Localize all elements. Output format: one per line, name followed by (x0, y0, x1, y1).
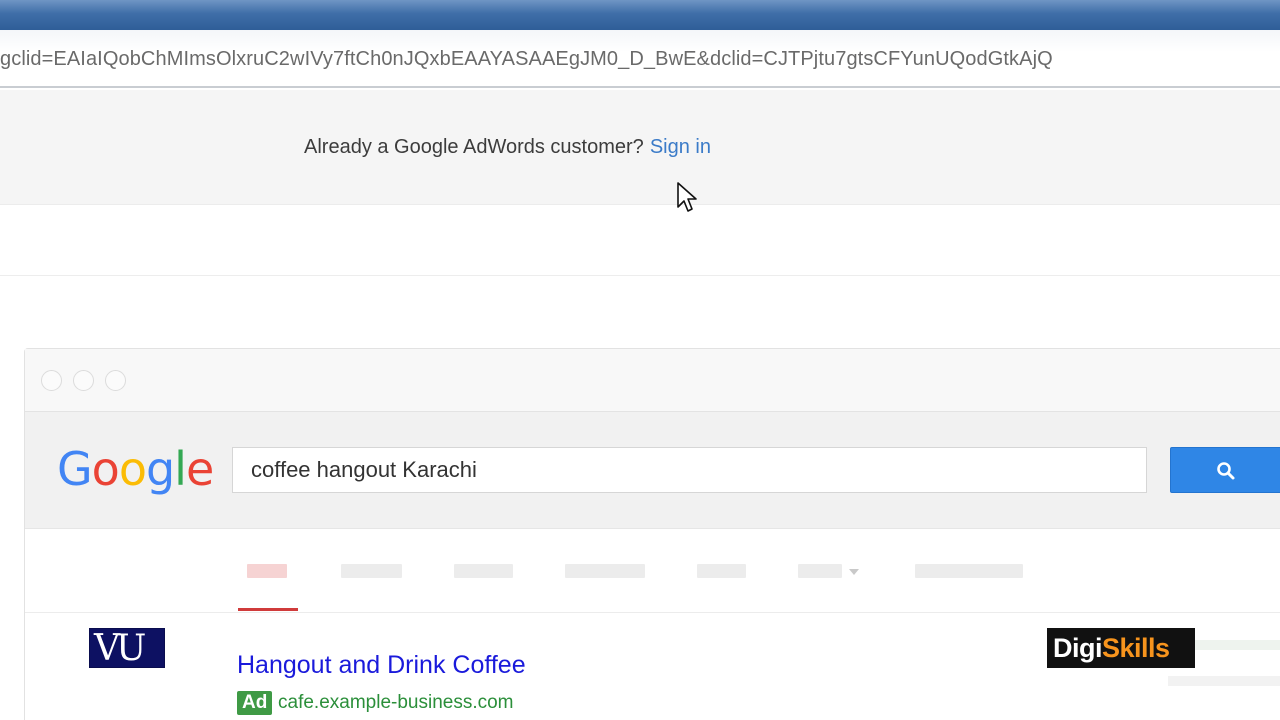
google-logo-letter: e (185, 442, 214, 496)
signin-line: Already a Google AdWords customer? Sign i… (304, 136, 711, 159)
section-divider (0, 275, 1280, 276)
active-tab-underline (238, 608, 298, 611)
placeholder-line (1168, 676, 1280, 686)
tab-placeholder[interactable] (341, 564, 402, 578)
signin-prompt: Already a Google AdWords customer? (304, 136, 644, 158)
tab-placeholder[interactable] (565, 564, 645, 578)
tab-tools[interactable] (915, 564, 1023, 578)
screen: gclid=EAIaIQobChMImsOlxruC2wIVy7ftCh0nJQ… (0, 0, 1280, 720)
search-icon (1217, 462, 1235, 480)
tab-all[interactable] (247, 564, 287, 578)
url-text[interactable]: gclid=EAIaIQobChMImsOlxruC2wIVy7ftCh0nJQ… (0, 48, 1053, 71)
google-logo-letter: o (118, 442, 147, 496)
tab-placeholder[interactable] (697, 564, 746, 578)
google-logo-letter: o (91, 442, 120, 496)
tab-more[interactable] (798, 564, 842, 578)
digiskills-skills: Skills (1102, 633, 1170, 663)
window-minimize-dot[interactable] (73, 370, 94, 391)
mouse-cursor-icon (677, 182, 697, 212)
search-header: Google coffee hangout Karachi (25, 412, 1280, 529)
result-display-url[interactable]: cafe.example-business.com (278, 691, 514, 715)
signin-banner: Already a Google AdWords customer? Sign i… (0, 90, 1280, 205)
ad-badge: Ad (237, 691, 273, 715)
result-title-link[interactable]: Hangout and Drink Coffee (237, 651, 526, 680)
tab-placeholder[interactable] (454, 564, 513, 578)
chevron-down-icon (849, 569, 859, 575)
search-input[interactable]: coffee hangout Karachi (232, 447, 1147, 493)
google-logo-letter: g (145, 442, 175, 496)
google-logo-letter: G (57, 442, 93, 496)
window-titlebar (0, 0, 1280, 30)
window-close-dot[interactable] (41, 370, 62, 391)
window-maximize-dot[interactable] (105, 370, 126, 391)
vu-logo-text: VU (94, 628, 146, 669)
digiskills-digi: Digi (1053, 633, 1103, 663)
address-bar[interactable]: gclid=EAIaIQobChMImsOlxruC2wIVy7ftCh0nJQ… (0, 30, 1280, 88)
result-tabs (25, 529, 1280, 613)
mock-window-chrome (25, 349, 1280, 412)
search-button[interactable] (1170, 447, 1280, 493)
digiskills-logo: DigiSkills (1047, 628, 1195, 668)
sign-in-link[interactable]: Sign in (650, 136, 711, 158)
vu-logo: VU (89, 628, 165, 668)
google-logo-letter: l (174, 442, 187, 496)
google-logo: Google (57, 442, 214, 496)
